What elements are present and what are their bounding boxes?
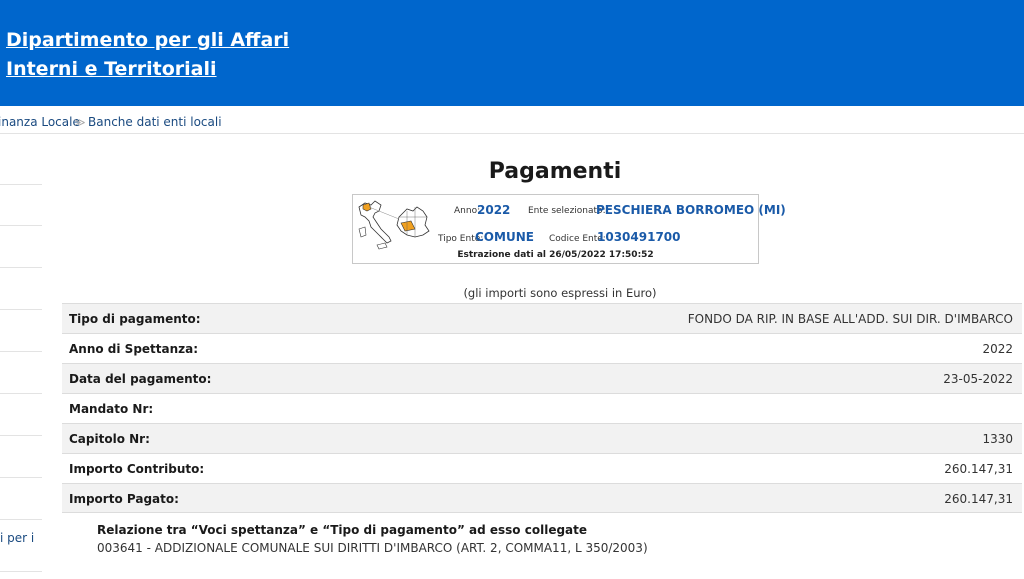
row-label: Data del pagamento: <box>69 372 212 386</box>
row-value: 260.147,31 <box>944 492 1013 506</box>
site-title-line2[interactable]: Interni e Territoriali <box>6 55 289 84</box>
row-label: Tipo di pagamento: <box>69 312 201 326</box>
row-label: Importo Contributo: <box>69 462 205 476</box>
row-value: 1330 <box>982 432 1013 446</box>
site-title-line1[interactable]: Dipartimento per gli Affari <box>6 26 289 55</box>
sidebar-divider <box>0 571 42 572</box>
ente-value: PESCHIERA BORROMEO (MI) <box>596 203 786 217</box>
sidebar-divider <box>0 477 42 478</box>
row-value: FONDO DA RIP. IN BASE ALL'ADD. SUI DIR. … <box>687 312 1013 326</box>
anno-value: 2022 <box>477 203 511 217</box>
breadcrumb-item-banche-dati[interactable]: Banche dati enti locali <box>88 106 222 139</box>
extraction-date: Estrazione dati al 26/05/2022 17:50:52 <box>457 250 654 260</box>
codice-ente-value: 1030491700 <box>597 230 681 244</box>
site-header: Dipartimento per gli Affari Interni e Te… <box>0 0 1024 106</box>
sidebar-item-partial[interactable]: i per i <box>0 531 34 545</box>
sidebar-divider <box>0 184 42 185</box>
row-value: 23-05-2022 <box>943 372 1013 386</box>
table-row: Anno di Spettanza: 2022 <box>62 333 1022 363</box>
ente-label: Ente selezionato: <box>528 206 606 216</box>
page-title: Pagamenti <box>488 159 622 184</box>
sidebar-divider <box>0 519 42 520</box>
currency-note: (gli importi sono espressi in Euro) <box>463 286 657 300</box>
sidebar-divider <box>0 393 42 394</box>
row-label: Anno di Spettanza: <box>69 342 199 356</box>
sidebar-divider <box>0 309 42 310</box>
sidebar-divider <box>0 435 42 436</box>
table-row: Data del pagamento: 23-05-2022 <box>62 363 1022 393</box>
breadcrumb-separator-icon: ≫ <box>74 116 86 129</box>
relation-title: Relazione tra “Voci spettanza” e “Tipo d… <box>97 523 588 537</box>
relation-section: Relazione tra “Voci spettanza” e “Tipo d… <box>97 523 648 555</box>
tipo-ente-value: COMUNE <box>475 230 534 244</box>
table-row: Capitolo Nr: 1330 <box>62 423 1022 453</box>
italy-map-icon <box>358 200 430 250</box>
sidebar-divider <box>0 351 42 352</box>
row-label: Capitolo Nr: <box>69 432 150 446</box>
sidebar-divider <box>0 267 42 268</box>
row-value: 260.147,31 <box>944 462 1013 476</box>
row-value: 2022 <box>982 342 1013 356</box>
relation-value: 003641 - ADDIZIONALE COMUNALE SUI DIRITT… <box>97 541 648 555</box>
table-row: Importo Contributo: 260.147,31 <box>62 453 1022 483</box>
entity-info-box: Anno: 2022 Ente selezionato: PESCHIERA B… <box>352 194 786 264</box>
table-row: Importo Pagato: 260.147,31 <box>62 483 1022 513</box>
sidebar-divider <box>0 225 42 226</box>
site-title-link[interactable]: Dipartimento per gli Affari Interni e Te… <box>6 26 289 84</box>
sidebar <box>0 134 42 579</box>
row-label: Mandato Nr: <box>69 402 154 416</box>
table-row: Mandato Nr: <box>62 393 1022 423</box>
breadcrumb: inanza Locale ≫ Banche dati enti locali <box>0 106 1024 134</box>
table-row: Tipo di pagamento: FONDO DA RIP. IN BASE… <box>62 303 1022 333</box>
row-label: Importo Pagato: <box>69 492 179 506</box>
